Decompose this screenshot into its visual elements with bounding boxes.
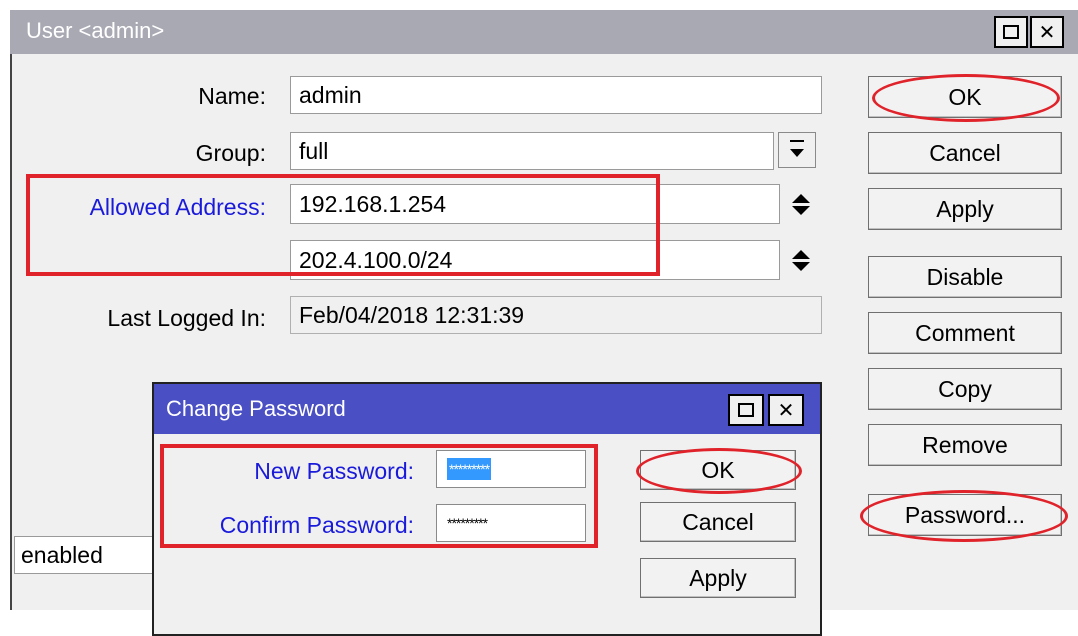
last-logged-in-label: Last Logged In:: [107, 305, 266, 331]
chevron-down-icon: [790, 149, 804, 157]
apply-button[interactable]: Apply: [868, 188, 1062, 230]
user-window-title: User <admin>: [26, 18, 165, 43]
name-field[interactable]: admin: [290, 76, 822, 114]
group-dropdown-button[interactable]: [778, 132, 816, 168]
dialog-close-button[interactable]: ✕: [768, 394, 804, 426]
copy-button[interactable]: Copy: [868, 368, 1062, 410]
group-label: Group:: [195, 140, 266, 166]
maximize-icon: [1003, 25, 1019, 39]
close-icon: ✕: [1038, 20, 1056, 44]
dialog-maximize-button[interactable]: [728, 394, 764, 426]
user-window-titlebar[interactable]: [10, 10, 1078, 54]
dialog-cancel-button[interactable]: Cancel: [640, 502, 796, 542]
add-remove-address-2-icon[interactable]: [786, 244, 816, 276]
disable-button[interactable]: Disable: [868, 256, 1062, 298]
comment-button[interactable]: Comment: [868, 312, 1062, 354]
maximize-icon: [738, 403, 754, 417]
annotation-password-fields-highlight: [160, 444, 598, 548]
name-label: Name:: [198, 83, 266, 109]
cancel-button[interactable]: Cancel: [868, 132, 1062, 174]
annotation-dialog-ok-circle: [636, 448, 802, 494]
annotation-password-circle: [860, 490, 1068, 542]
add-remove-address-1-icon[interactable]: [786, 188, 816, 220]
dialog-apply-button[interactable]: Apply: [640, 558, 796, 598]
annotation-ok-circle: [872, 74, 1060, 122]
change-password-title: Change Password: [166, 396, 346, 421]
last-logged-in-field: Feb/04/2018 12:31:39: [290, 296, 822, 334]
maximize-button[interactable]: [994, 16, 1028, 48]
remove-button[interactable]: Remove: [868, 424, 1062, 466]
group-select[interactable]: full: [290, 132, 774, 170]
annotation-allowed-address-highlight: [26, 174, 660, 276]
close-button[interactable]: ✕: [1030, 16, 1064, 48]
status-field: enabled: [14, 536, 154, 574]
close-icon: ✕: [777, 398, 795, 422]
